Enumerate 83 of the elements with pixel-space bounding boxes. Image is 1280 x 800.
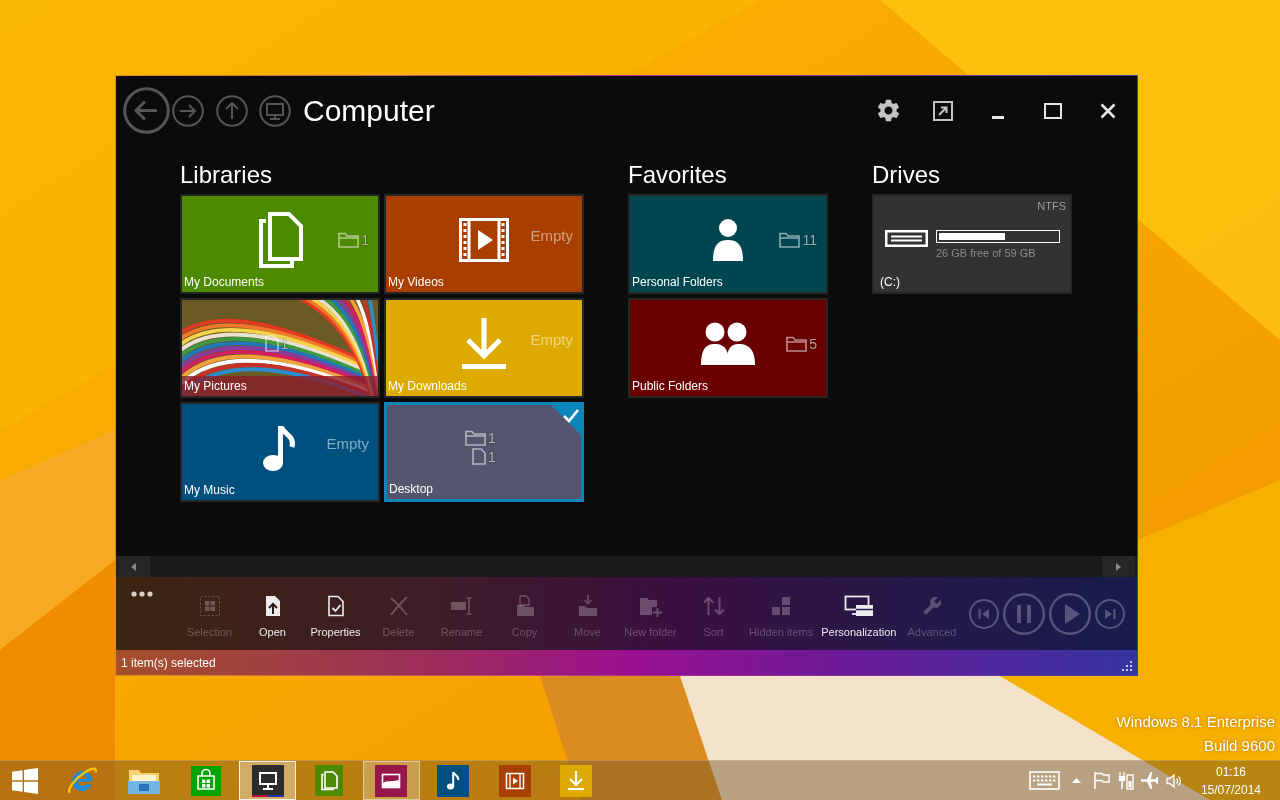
toolbar-button[interactable]: Personalization: [819, 577, 899, 639]
taskbar-app-button[interactable]: [362, 761, 420, 800]
keyboard-icon[interactable]: [1028, 771, 1060, 790]
item-count: 1: [488, 449, 496, 465]
flag-icon[interactable]: [1092, 772, 1110, 789]
person-icon: [712, 218, 744, 261]
airplane-icon[interactable]: [1140, 772, 1158, 789]
folder-tile[interactable]: 1 1 Desktop: [384, 402, 584, 502]
toolbar-button[interactable]: Open: [243, 577, 302, 639]
item-count: 5: [809, 335, 817, 352]
folder-tile[interactable]: 1 My Documents: [180, 194, 380, 294]
taskbar-app-button[interactable]: [239, 761, 296, 800]
popout-icon: [933, 100, 953, 121]
up-button[interactable]: [216, 94, 248, 127]
item-count: 1: [488, 430, 496, 446]
monitor-toolbox-icon: [843, 595, 874, 617]
edition-text: Windows 8.1 Enterprise: [1116, 712, 1275, 732]
cross-icon: [387, 595, 410, 617]
window-title: Computer: [303, 92, 435, 129]
resize-grip-icon: [1121, 660, 1133, 672]
scroll-right-button[interactable]: [1102, 556, 1135, 577]
download-icon: [462, 317, 506, 370]
scroll-left-button[interactable]: [117, 556, 150, 577]
up-down-arrows-icon: [701, 595, 726, 617]
section-heading: Favorites: [628, 160, 728, 190]
film-icon: [459, 217, 509, 262]
checkmark-icon: [551, 405, 581, 435]
right-triangle-icon: [1116, 562, 1121, 571]
pause-button[interactable]: [1003, 592, 1045, 635]
pages-icon: [315, 765, 344, 796]
folder-tile[interactable]: 11 Personal Folders: [628, 194, 828, 294]
window-panes-icon: [11, 767, 38, 794]
minimize-icon: [992, 116, 1004, 119]
speaker-icon[interactable]: [1165, 772, 1182, 789]
filesystem-label: NTFS: [1037, 199, 1066, 213]
play-button[interactable]: [1049, 592, 1091, 635]
item-count: 11: [802, 231, 817, 248]
more-button[interactable]: [128, 591, 156, 597]
caret-up-icon[interactable]: [1071, 778, 1081, 783]
music-note-icon: [263, 423, 297, 472]
close-icon: [1100, 102, 1116, 119]
folder-tile[interactable]: Empty My Downloads: [384, 298, 584, 398]
dots-icon: [131, 591, 153, 597]
text-cursor-icon: [449, 595, 474, 617]
folder-arrow-icon: [576, 595, 599, 617]
battery-plug-icon[interactable]: [1117, 771, 1134, 790]
back-button[interactable]: [123, 87, 170, 134]
folder-icon: [465, 430, 487, 446]
folder-icon: [338, 231, 360, 248]
file-icon: [472, 448, 487, 465]
forward-button[interactable]: [172, 94, 204, 127]
folder-icon: [786, 335, 808, 352]
computer-button[interactable]: [259, 94, 291, 127]
folder-plus-icon: [638, 595, 663, 617]
folder-tile[interactable]: Empty My Videos: [384, 194, 584, 294]
file-icon: [264, 335, 279, 352]
section-heading: Libraries: [180, 160, 274, 190]
scrollbar[interactable]: [116, 556, 1137, 577]
free-space-text: 26 GB free of 59 GB: [936, 247, 1037, 260]
drive-tile[interactable]: NTFS 26 GB free of 59 GB (C:): [872, 194, 1072, 294]
folder-tile[interactable]: Empty My Music: [180, 402, 380, 502]
section-heading: Drives: [872, 160, 941, 190]
dashed-grid-icon: [198, 595, 221, 617]
clock-button[interactable]: 01:16 15/07/2014: [1200, 762, 1261, 799]
left-triangle-icon: [131, 562, 136, 571]
build-text: Build 9600: [1204, 736, 1275, 756]
status-text: 1 item(s) selected: [121, 655, 216, 670]
picture-icon: [375, 764, 407, 797]
item-count: 1: [361, 231, 369, 248]
download-icon: [560, 764, 593, 797]
tile-status: Empty: [530, 331, 573, 349]
tile-status: Empty: [530, 227, 573, 245]
tile-status: Empty: [326, 435, 369, 453]
next-button[interactable]: [1095, 598, 1125, 629]
maximize-icon: [1044, 102, 1062, 119]
pages-icon: [257, 211, 303, 268]
folder-icon: [779, 231, 801, 248]
drive-icon: [885, 230, 928, 247]
toolbar-button[interactable]: Properties: [306, 577, 365, 639]
previous-button[interactable]: [969, 598, 999, 629]
folder-tile[interactable]: 5 Public Folders: [628, 298, 828, 398]
squares-icon: [770, 595, 793, 617]
two-people-icon: [701, 322, 755, 365]
